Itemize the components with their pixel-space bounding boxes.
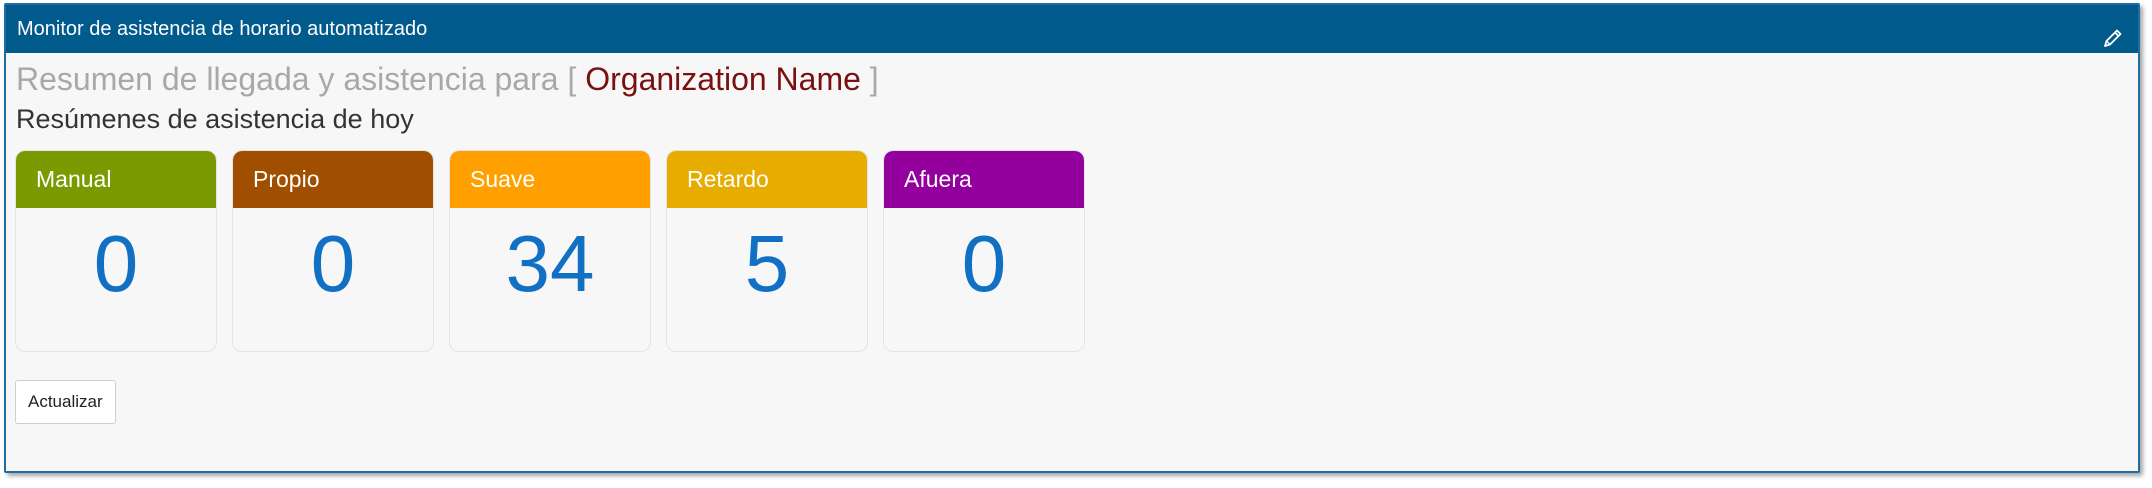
card-manual[interactable]: Manual 0 bbox=[15, 150, 217, 352]
heading-prefix: Resumen de llegada y asistencia para bbox=[16, 61, 559, 97]
attendance-cards: Manual 0 Propio 0 Suave 34 Retardo 5 Afu… bbox=[15, 150, 1100, 352]
card-value: 0 bbox=[93, 219, 139, 308]
card-value: 34 bbox=[505, 219, 595, 308]
card-value: 0 bbox=[961, 219, 1007, 308]
summary-subheading: Resúmenes de asistencia de hoy bbox=[16, 104, 414, 134]
card-value: 5 bbox=[744, 219, 790, 308]
bracket-close: ] bbox=[869, 61, 879, 97]
card-header: Propio bbox=[233, 151, 433, 208]
attendance-monitor-widget: Monitor de asistencia de horario automat… bbox=[4, 3, 2140, 473]
card-retardo[interactable]: Retardo 5 bbox=[666, 150, 868, 352]
card-suave[interactable]: Suave 34 bbox=[449, 150, 651, 352]
widget-title: Monitor de asistencia de horario automat… bbox=[17, 18, 428, 40]
card-value: 0 bbox=[310, 219, 356, 308]
organization-name: Organization Name bbox=[585, 61, 861, 97]
pencil-icon[interactable] bbox=[2102, 19, 2124, 47]
card-propio[interactable]: Propio 0 bbox=[232, 150, 434, 352]
card-afuera[interactable]: Afuera 0 bbox=[883, 150, 1085, 352]
summary-heading: Resumen de llegada y asistencia para [ O… bbox=[16, 61, 2138, 98]
refresh-button[interactable]: Actualizar bbox=[15, 380, 116, 424]
bracket-open: [ bbox=[567, 61, 577, 97]
card-header: Retardo bbox=[667, 151, 867, 208]
card-header: Suave bbox=[450, 151, 650, 208]
card-header: Manual bbox=[16, 151, 216, 208]
widget-titlebar: Monitor de asistencia de horario automat… bbox=[6, 5, 2138, 53]
card-header: Afuera bbox=[884, 151, 1084, 208]
